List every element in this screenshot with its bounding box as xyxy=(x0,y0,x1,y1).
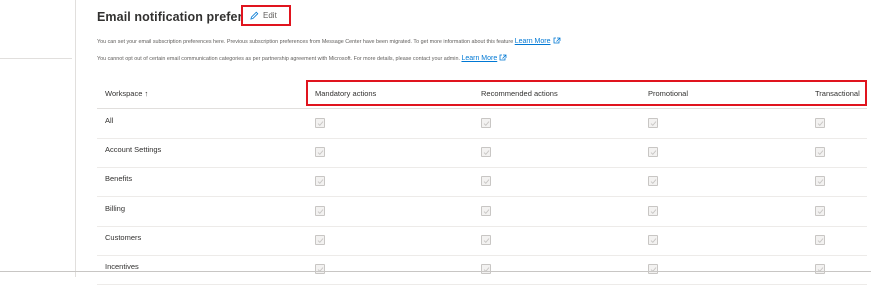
preference-checkbox[interactable] xyxy=(648,205,658,216)
table-row: All xyxy=(97,109,867,139)
preference-checkbox[interactable] xyxy=(315,205,325,216)
column-header-transactional: Transactional xyxy=(815,89,860,98)
external-link-icon xyxy=(553,37,561,46)
preference-checkbox[interactable] xyxy=(648,118,658,128)
external-link-icon xyxy=(499,54,507,63)
preference-checkbox[interactable] xyxy=(648,264,658,274)
left-divider xyxy=(0,58,72,59)
sort-ascending-icon: ↑ xyxy=(144,89,149,98)
preference-checkbox[interactable] xyxy=(481,147,491,158)
workspace-name: Benefits xyxy=(105,174,133,184)
learn-more-link-1[interactable]: Learn More xyxy=(515,38,551,45)
workspace-name: Customers xyxy=(105,232,142,242)
workspace-name: Incentives xyxy=(105,262,139,271)
info-text-2: You cannot opt out of certain email comm… xyxy=(97,56,462,62)
table-row: Benefits xyxy=(97,167,867,198)
preference-checkbox[interactable] xyxy=(481,176,491,187)
preference-checkbox[interactable] xyxy=(815,205,825,216)
preference-checkbox[interactable] xyxy=(648,176,658,187)
column-header-workspace[interactable]: Workspace ↑ xyxy=(105,89,148,98)
info-text-1: You can set your email subscription pref… xyxy=(97,39,515,45)
column-header-promotional: Promotional xyxy=(648,89,689,98)
info-line-2: You cannot opt out of certain email comm… xyxy=(97,54,507,63)
preference-checkbox[interactable] xyxy=(815,176,825,187)
learn-more-link-2[interactable]: Learn More xyxy=(461,55,497,62)
edit-button[interactable]: Edit xyxy=(241,5,291,26)
preference-checkbox[interactable] xyxy=(315,147,325,158)
preference-checkbox[interactable] xyxy=(815,147,825,158)
edit-label: Edit xyxy=(263,11,277,20)
info-line-1: You can set your email subscription pref… xyxy=(97,37,561,46)
column-header-recommended: Recommended actions xyxy=(481,89,558,98)
pane-separator xyxy=(75,0,76,277)
column-header-mandatory: Mandatory actions xyxy=(315,89,377,98)
preference-checkbox[interactable] xyxy=(315,118,325,128)
preference-checkbox[interactable] xyxy=(815,234,825,245)
preference-checkbox[interactable] xyxy=(481,205,491,216)
preference-checkbox[interactable] xyxy=(481,264,491,274)
preference-checkbox[interactable] xyxy=(481,118,491,128)
table-row: Account Settings xyxy=(97,138,867,169)
preference-checkbox[interactable] xyxy=(481,234,491,245)
preference-checkbox[interactable] xyxy=(315,234,325,245)
workspace-name: Account Settings xyxy=(105,145,162,155)
preference-checkbox[interactable] xyxy=(648,147,658,158)
preference-checkbox[interactable] xyxy=(648,234,658,245)
preference-checkbox[interactable] xyxy=(815,264,825,274)
table-row: Billing xyxy=(97,197,867,227)
workspace-name: All xyxy=(105,116,114,125)
preference-checkbox[interactable] xyxy=(315,176,325,187)
pencil-icon xyxy=(250,11,259,20)
table-header-row: Workspace ↑ Mandatory actions Recommende… xyxy=(97,80,867,109)
table-row: Customers xyxy=(97,226,867,256)
bottom-divider xyxy=(0,271,871,272)
preference-checkbox[interactable] xyxy=(315,264,325,274)
table-row: Incentives xyxy=(97,255,867,285)
workspace-name: Billing xyxy=(105,203,126,213)
left-pane xyxy=(0,0,75,277)
preference-checkbox[interactable] xyxy=(815,118,825,128)
